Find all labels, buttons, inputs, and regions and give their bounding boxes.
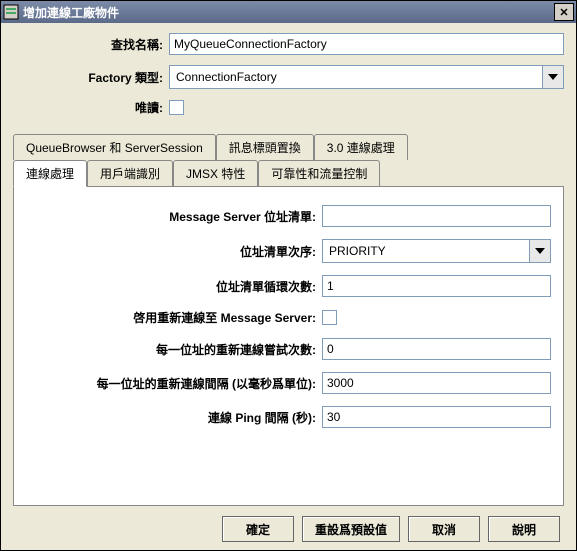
retry-per-addr-input[interactable]: [322, 338, 551, 360]
list-order-value: PRIORITY: [323, 244, 529, 258]
tab-client-id[interactable]: 用戶端識別: [87, 160, 173, 186]
list-loop-label: 位址清單循環次數:: [26, 278, 322, 295]
tab-row-1: QueueBrowser 和 ServerSession 訊息標頭置換 3.0 …: [13, 134, 564, 160]
reset-defaults-button[interactable]: 重設爲預設值: [302, 516, 400, 542]
ok-button[interactable]: 確定: [222, 516, 294, 542]
cancel-button[interactable]: 取消: [408, 516, 480, 542]
chevron-down-icon: [542, 66, 563, 88]
close-button[interactable]: ✕: [554, 3, 574, 21]
readonly-checkbox[interactable]: [169, 100, 184, 115]
retry-interval-label: 每一位址的重新連線間隔 (以毫秒爲單位):: [26, 375, 322, 392]
lookup-name-label: 查找名稱:: [13, 36, 169, 53]
tab-reliability-flowcontrol[interactable]: 可靠性和流量控制: [258, 160, 380, 186]
factory-type-select[interactable]: ConnectionFactory: [169, 65, 564, 89]
readonly-label: 唯讀:: [13, 99, 169, 116]
enable-reconnect-checkbox[interactable]: [322, 310, 337, 325]
row-msg-server-list: Message Server 位址清單:: [26, 205, 551, 227]
enable-reconnect-label: 啓用重新連線至 Message Server:: [26, 309, 322, 326]
chevron-down-icon: [529, 240, 550, 262]
dialog-content: 查找名稱: Factory 類型: ConnectionFactory 唯讀: …: [1, 23, 576, 550]
row-retry-per-addr: 每一位址的重新連線嘗試次數:: [26, 338, 551, 360]
list-order-label: 位址清單次序:: [26, 243, 322, 260]
retry-interval-input[interactable]: [322, 372, 551, 394]
lookup-name-input[interactable]: [169, 33, 564, 55]
dialog-window: 增加連線工廠物件 ✕ 查找名稱: Factory 類型: ConnectionF…: [0, 0, 577, 551]
tab-queuebrowser-serversession[interactable]: QueueBrowser 和 ServerSession: [13, 134, 216, 160]
tab-panel-connection-handling: Message Server 位址清單: 位址清單次序: PRIORITY 位址…: [13, 186, 564, 506]
row-lookup-name: 查找名稱:: [13, 33, 564, 55]
tab-message-header-override[interactable]: 訊息標頭置換: [216, 134, 314, 160]
app-icon: [3, 4, 19, 20]
ping-interval-label: 連線 Ping 間隔 (秒):: [26, 409, 322, 426]
row-readonly: 唯讀:: [13, 99, 564, 116]
button-row: 確定 重設爲預設值 取消 說明: [13, 506, 564, 542]
retry-per-addr-label: 每一位址的重新連線嘗試次數:: [26, 341, 322, 358]
msg-server-list-label: Message Server 位址清單:: [26, 208, 322, 225]
msg-server-list-input[interactable]: [322, 205, 551, 227]
close-icon: ✕: [559, 6, 568, 19]
factory-type-value: ConnectionFactory: [170, 70, 542, 84]
row-retry-interval: 每一位址的重新連線間隔 (以毫秒爲單位):: [26, 372, 551, 394]
factory-type-label: Factory 類型:: [13, 69, 169, 86]
window-title: 增加連線工廠物件: [23, 4, 554, 21]
row-list-loop: 位址清單循環次數:: [26, 275, 551, 297]
row-ping-interval: 連線 Ping 間隔 (秒):: [26, 406, 551, 428]
row-list-order: 位址清單次序: PRIORITY: [26, 239, 551, 263]
row-factory-type: Factory 類型: ConnectionFactory: [13, 65, 564, 89]
row-enable-reconnect: 啓用重新連線至 Message Server:: [26, 309, 551, 326]
list-order-select[interactable]: PRIORITY: [322, 239, 551, 263]
help-button[interactable]: 說明: [488, 516, 560, 542]
tab-30-connection-handling[interactable]: 3.0 連線處理: [314, 134, 408, 160]
list-loop-input[interactable]: [322, 275, 551, 297]
tab-jmsx-properties[interactable]: JMSX 特性: [173, 160, 258, 186]
tab-row-2: 連線處理 用戶端識別 JMSX 特性 可靠性和流量控制: [13, 159, 564, 186]
tab-connection-handling[interactable]: 連線處理: [13, 160, 87, 187]
tabs: QueueBrowser 和 ServerSession 訊息標頭置換 3.0 …: [13, 134, 564, 506]
title-bar[interactable]: 增加連線工廠物件 ✕: [1, 1, 576, 23]
ping-interval-input[interactable]: [322, 406, 551, 428]
